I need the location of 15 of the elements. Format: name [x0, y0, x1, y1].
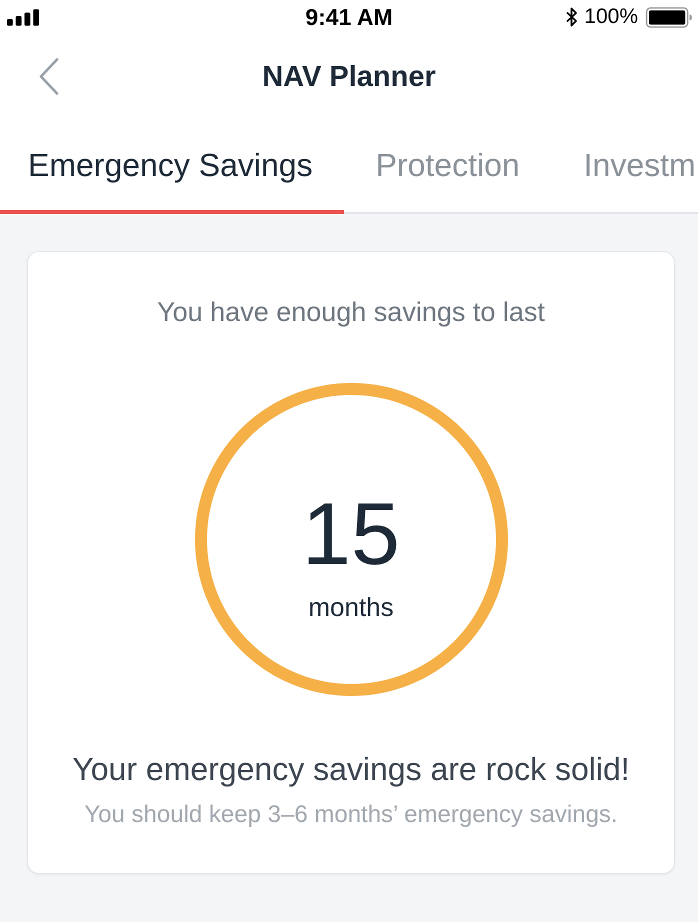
- months-unit: months: [308, 592, 394, 623]
- signal-icon: [7, 8, 40, 26]
- status-time: 9:41 AM: [305, 4, 393, 30]
- headline-text: Your emergency savings are rock solid!: [72, 751, 630, 788]
- tab[interactable]: Investm: [552, 120, 696, 214]
- screen-title: NAV Planner: [262, 60, 436, 94]
- battery-icon: [645, 6, 693, 28]
- months-value: 15: [302, 490, 400, 578]
- intro-text: You have enough savings to last: [157, 297, 545, 328]
- bluetooth-icon: [566, 7, 578, 27]
- tab[interactable]: Emergency Savings: [0, 120, 344, 214]
- battery-percentage: 100%: [584, 5, 638, 29]
- tab[interactable]: Protection: [344, 120, 552, 214]
- advice-note: You should keep 3–6 months’ emergency savings.: [84, 801, 618, 829]
- back-icon[interactable]: [39, 58, 59, 95]
